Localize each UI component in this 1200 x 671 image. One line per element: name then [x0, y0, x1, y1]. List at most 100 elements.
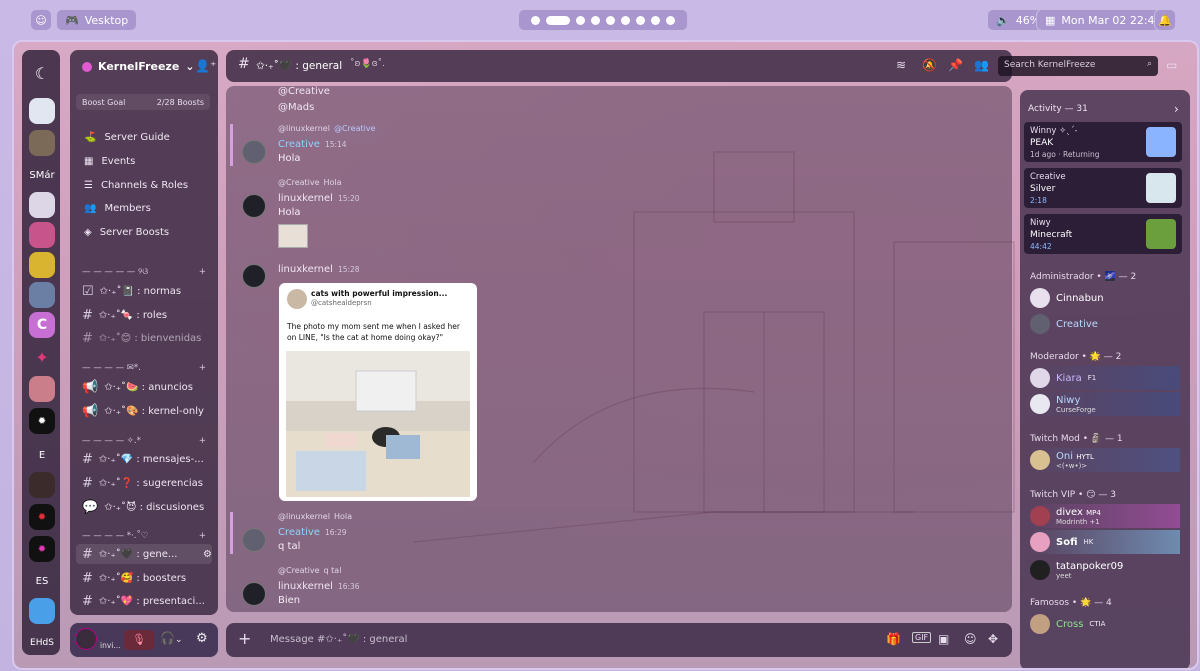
member-row[interactable]: Cross CTIA	[1030, 612, 1180, 636]
member-row[interactable]: Creative	[1030, 312, 1180, 336]
server-folder[interactable]: EHdS	[29, 630, 55, 656]
members-icon[interactable]: 👥	[974, 58, 989, 72]
avatar[interactable]	[242, 140, 266, 164]
reply-preview[interactable]: @linuxkernel @Creative	[278, 124, 376, 133]
plus-icon[interactable]: +	[199, 363, 206, 373]
gear-icon[interactable]: ⚙	[203, 549, 212, 560]
gif-icon[interactable]: GIF	[912, 632, 932, 643]
reply-preview[interactable]: @Creative q tal	[278, 566, 341, 575]
server-icon[interactable]	[29, 192, 55, 218]
server-icon[interactable]	[29, 598, 55, 624]
channel-roles[interactable]: # ✩·₊˚🍬 : roles	[82, 308, 210, 323]
plus-icon[interactable]: +	[199, 531, 206, 541]
app-indicator[interactable]: 🎮 Vesktop	[56, 9, 138, 31]
author-name[interactable]: Creative	[278, 139, 320, 150]
activity-card[interactable]: Niwy Minecraft 44:42	[1024, 214, 1182, 254]
channel-anuncios[interactable]: 📢 ✩·₊˚🍉 : anuncios	[82, 380, 210, 395]
menu-channels-roles[interactable]: ☰ Channels & Roles	[84, 180, 188, 191]
clock[interactable]: ▦ Mon Mar 02 22:40	[1036, 9, 1171, 31]
apps-icon[interactable]: ✥	[988, 632, 998, 646]
message-composer[interactable]: + Message #✩·₊˚🖤 : general 🎁 GIF ▣ ☺ ✥	[226, 623, 1012, 657]
server-icon[interactable]	[29, 472, 55, 498]
server-folder[interactable]: ES	[29, 568, 55, 594]
channel-kernel-only[interactable]: 📢 ✩·₊˚🎨 : kernel-only	[82, 404, 210, 419]
notifications-button[interactable]: 🔔	[1154, 9, 1176, 31]
workspace-dot[interactable]	[651, 15, 660, 25]
author-name[interactable]: linuxkernel	[278, 264, 333, 275]
workspace-dot[interactable]	[576, 15, 585, 25]
author-name[interactable]: Creative	[278, 527, 320, 538]
workspace-active[interactable]	[546, 15, 570, 25]
server-header[interactable]: KernelFreeze ⌄	[82, 60, 195, 73]
moon-icon[interactable]: ☾	[29, 60, 55, 86]
reply-preview[interactable]: @Creative Hola	[278, 178, 342, 187]
server-icon[interactable]	[29, 130, 55, 156]
channel-general[interactable]: # ✩·₊˚🖤 : gene... ⚙	[76, 544, 212, 564]
menu-server-guide[interactable]: ⛳ Server Guide	[84, 132, 170, 143]
channel-discusiones[interactable]: 💬 ✩·₊˚😈 : discusiones	[82, 500, 210, 515]
workspace-dot[interactable]	[666, 15, 675, 25]
channel-normas[interactable]: ☑ ✩·₊˚📓 : normas	[82, 284, 210, 299]
member-row[interactable]: tatanpoker09 yeet	[1030, 558, 1180, 582]
channel-presentaciones[interactable]: # ✩·₊˚💖 : presentaci...	[82, 594, 210, 609]
category-header[interactable]: — — — — ✧.* +	[82, 436, 206, 446]
avatar[interactable]	[242, 582, 266, 606]
member-row[interactable]: Cinnabun	[1030, 286, 1180, 310]
server-icon[interactable]	[29, 282, 55, 308]
image-attachment[interactable]	[278, 224, 308, 248]
plus-icon[interactable]: +	[238, 629, 251, 648]
author-name[interactable]: linuxkernel	[278, 581, 333, 592]
activity-card[interactable]: Creative Silver 2:18	[1024, 168, 1182, 208]
workspace-dot[interactable]	[636, 15, 645, 25]
workspace-dot[interactable]	[606, 15, 615, 25]
threads-icon[interactable]: ≋	[896, 58, 906, 72]
invite-icon[interactable]: 👤⁺	[195, 59, 216, 73]
channel-bienvenidas[interactable]: # ✩·₊˚😊 : bienvenidas	[82, 331, 210, 346]
activity-card[interactable]: Winny ✧ˎˊ˗ PEAK 1d ago · Returning	[1024, 122, 1182, 162]
channel-boosters[interactable]: # ✩·₊˚🥰 : boosters	[82, 571, 210, 586]
settings-button[interactable]: ⚙	[196, 631, 208, 646]
pin-icon[interactable]: 📌	[948, 58, 963, 72]
workspace-dot[interactable]	[591, 15, 600, 25]
category-header[interactable]: — — — — *·.˚♡ +	[82, 531, 206, 541]
menu-events[interactable]: ▦ Events	[84, 156, 135, 167]
server-icon[interactable]: ✹	[29, 504, 55, 530]
server-icon[interactable]	[29, 252, 55, 278]
member-row[interactable]: divex MP4 Modrinth +1	[1030, 504, 1180, 528]
bell-off-icon[interactable]: 🔕	[922, 58, 937, 72]
headphones-button[interactable]: 🎧⌄	[160, 631, 183, 645]
gift-icon[interactable]: 🎁	[886, 632, 901, 646]
tweet-photo[interactable]	[286, 351, 470, 497]
boost-goal-bar[interactable]: Boost Goal 2/28 Boosts	[76, 94, 210, 110]
launcher-button[interactable]: ☺	[30, 9, 52, 31]
workspace-dot[interactable]	[621, 15, 630, 25]
server-icon[interactable]: ✦	[29, 344, 55, 370]
plus-icon[interactable]: +	[199, 436, 206, 446]
inbox-icon[interactable]: ▭	[1166, 58, 1177, 72]
reply-preview[interactable]: @linuxkernel Hola	[278, 512, 352, 521]
member-row[interactable]: Oni HYTL <(•w•)>	[1030, 448, 1180, 472]
emoji-icon[interactable]: ☺	[964, 632, 977, 646]
menu-server-boosts[interactable]: ◈ Server Boosts	[84, 227, 169, 238]
avatar[interactable]	[75, 628, 97, 650]
category-header[interactable]: — — — — ✉*. +	[82, 363, 206, 373]
server-icon[interactable]	[29, 376, 55, 402]
search-input[interactable]: Search KernelFreeze ⌕	[998, 56, 1158, 76]
channel-topic[interactable]: ˚ʚ🌷ɞ˚.	[350, 59, 385, 69]
workspace-switcher[interactable]	[518, 9, 688, 31]
avatar[interactable]	[242, 194, 266, 218]
sticker-icon[interactable]: ▣	[938, 632, 949, 646]
mute-mic-button[interactable]: 🎙	[124, 630, 154, 650]
member-row[interactable]: Sofi HK	[1030, 530, 1180, 554]
member-row[interactable]: Kiara F1	[1030, 366, 1180, 390]
channel-sugerencias[interactable]: # ✩·₊˚❓ : sugerencias	[82, 476, 210, 491]
mention[interactable]: @Mads	[278, 102, 314, 113]
avatar[interactable]	[242, 528, 266, 552]
channel-mensajes[interactable]: # ✩·₊˚💎 : mensajes-...	[82, 452, 210, 467]
server-icon[interactable]	[29, 222, 55, 248]
server-icon[interactable]: C	[29, 312, 55, 338]
workspace-dot[interactable]	[531, 15, 540, 25]
chevron-right-icon[interactable]: ›	[1174, 102, 1179, 116]
server-icon[interactable]: ✹	[29, 408, 55, 434]
avatar[interactable]	[242, 264, 266, 288]
